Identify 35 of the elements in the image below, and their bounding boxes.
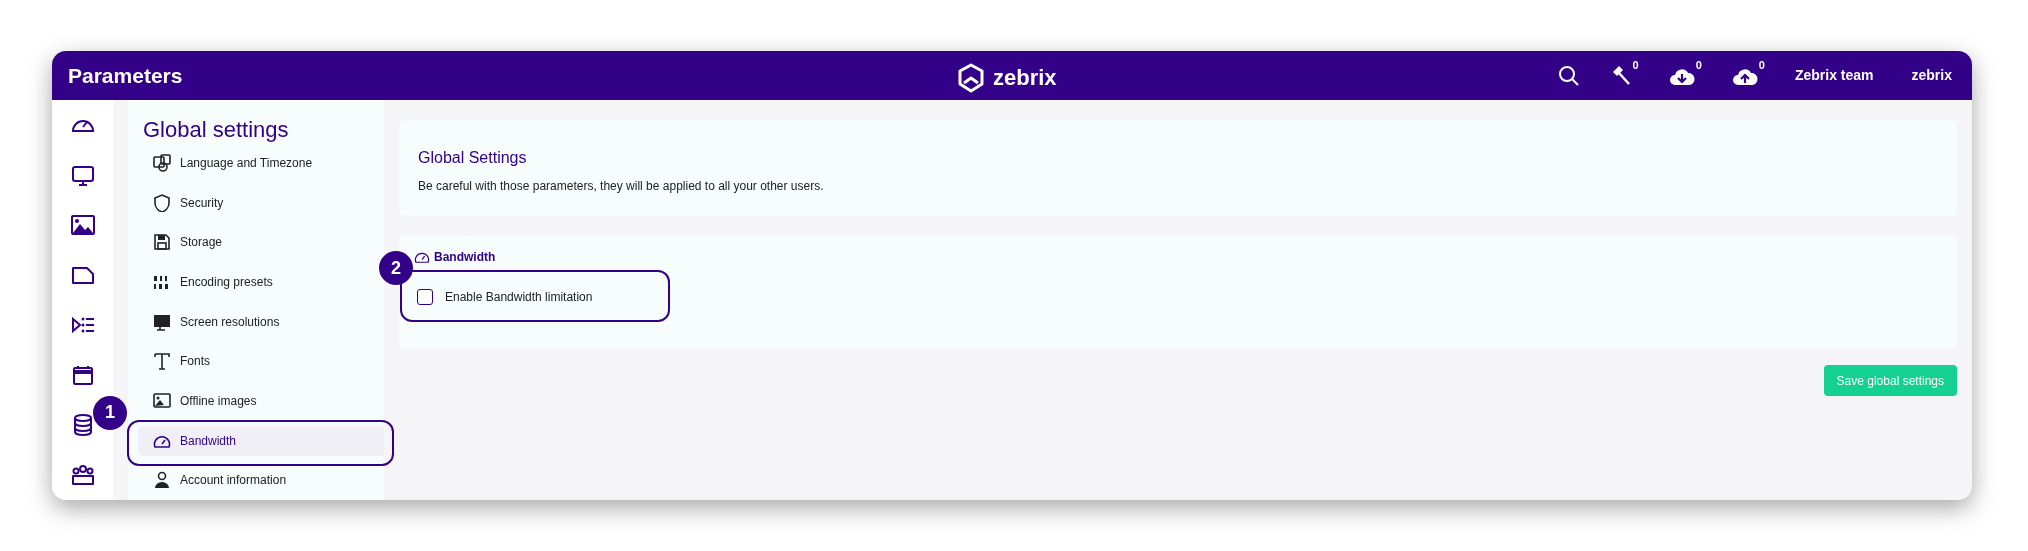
sidebar-item[interactable]: Account information — [138, 465, 295, 496]
count-label: 0 — [1758, 57, 1765, 73]
logo-icon — [957, 62, 985, 93]
page-title: Parameters — [68, 62, 183, 89]
sidebar-item[interactable]: Encoding presets — [138, 266, 281, 297]
step-badge: 2 — [379, 251, 413, 285]
monitor-icon — [153, 312, 171, 331]
intro-text: Be careful with those parameters, they will be applied to all your other users. — [418, 178, 825, 195]
sidebar-item[interactable]: Language and Timezone — [138, 147, 321, 178]
user-icon — [153, 471, 171, 490]
sidebar-item[interactable]: Storage — [138, 227, 231, 258]
count-label: 0 — [1695, 57, 1702, 73]
count-label: 0 — [1632, 57, 1639, 73]
search-icon[interactable] — [1557, 64, 1580, 87]
image-icon[interactable] — [69, 213, 96, 237]
checkbox-label[interactable]: Enable Bandwidth limitation — [445, 288, 593, 306]
font-icon — [153, 352, 171, 371]
sidebar-item[interactable]: Offline images — [138, 385, 265, 416]
gauge-icon — [414, 250, 430, 264]
user-name[interactable]: zebrix — [1911, 65, 1952, 86]
section-title: Bandwidth — [434, 249, 496, 266]
sidebar-item[interactable]: Security — [138, 187, 232, 218]
monitor-icon[interactable] — [69, 163, 96, 187]
logo-text: zebrix — [993, 64, 1057, 92]
team-name[interactable]: Zebrix team — [1794, 65, 1874, 86]
sidebar-item[interactable]: Screen resolutions — [138, 306, 288, 337]
users-icon[interactable] — [69, 463, 96, 487]
checkbox[interactable] — [417, 289, 433, 305]
image-icon — [153, 391, 171, 410]
shield-icon — [153, 193, 171, 212]
sidebar-title: Global settings — [142, 117, 290, 143]
sidebar-item[interactable]: Bandwidth — [138, 425, 384, 456]
intro-title: Global Settings — [418, 148, 528, 168]
sidebar-item[interactable]: Fonts — [138, 346, 218, 377]
translate-icon — [153, 153, 171, 172]
